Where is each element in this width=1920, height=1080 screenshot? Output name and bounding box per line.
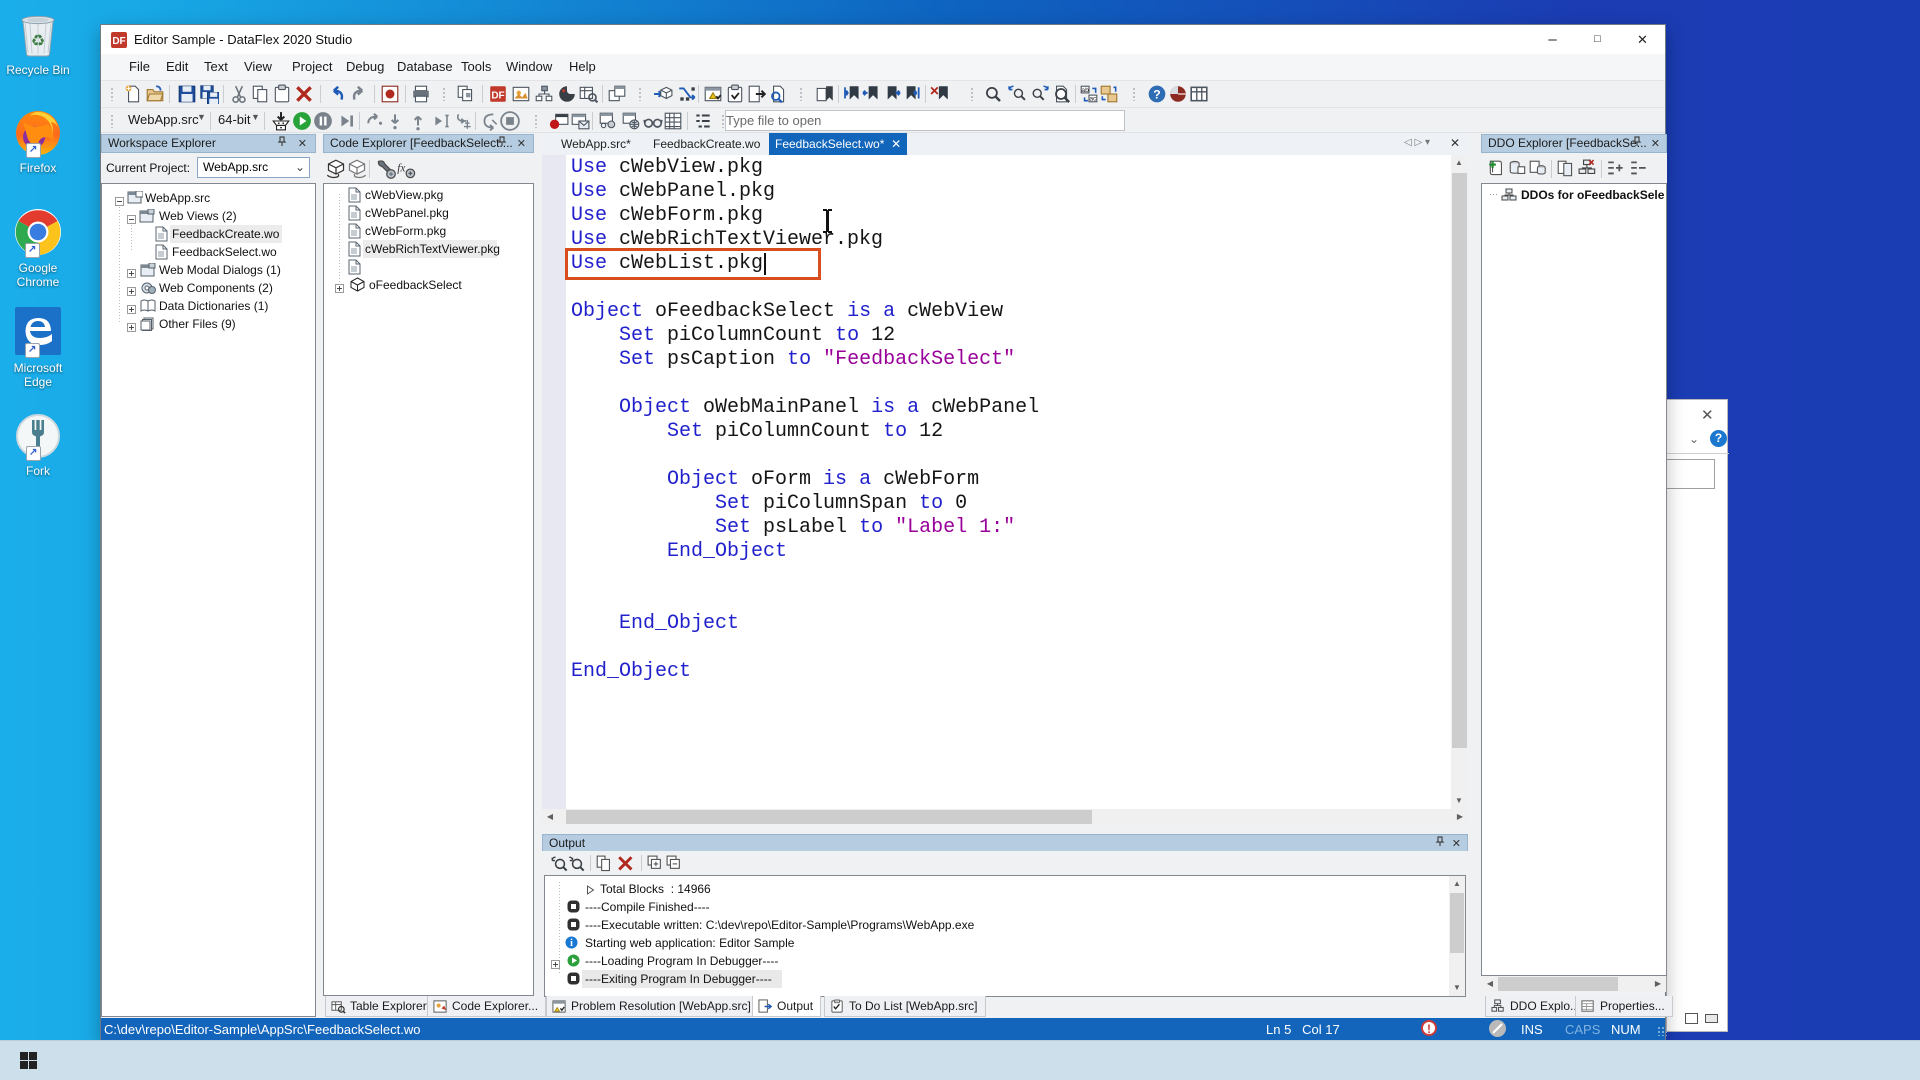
svg-text:fx: fx xyxy=(397,163,405,175)
svg-text:DF: DF xyxy=(112,36,125,47)
svg-text:?: ? xyxy=(1153,87,1160,101)
svg-text:♻: ♻ xyxy=(31,33,45,50)
svg-text:DF: DF xyxy=(491,90,504,101)
svg-text:ac: ac xyxy=(1089,96,1097,103)
svg-text:ab: ab xyxy=(1081,87,1089,94)
svg-text:i: i xyxy=(570,938,573,949)
